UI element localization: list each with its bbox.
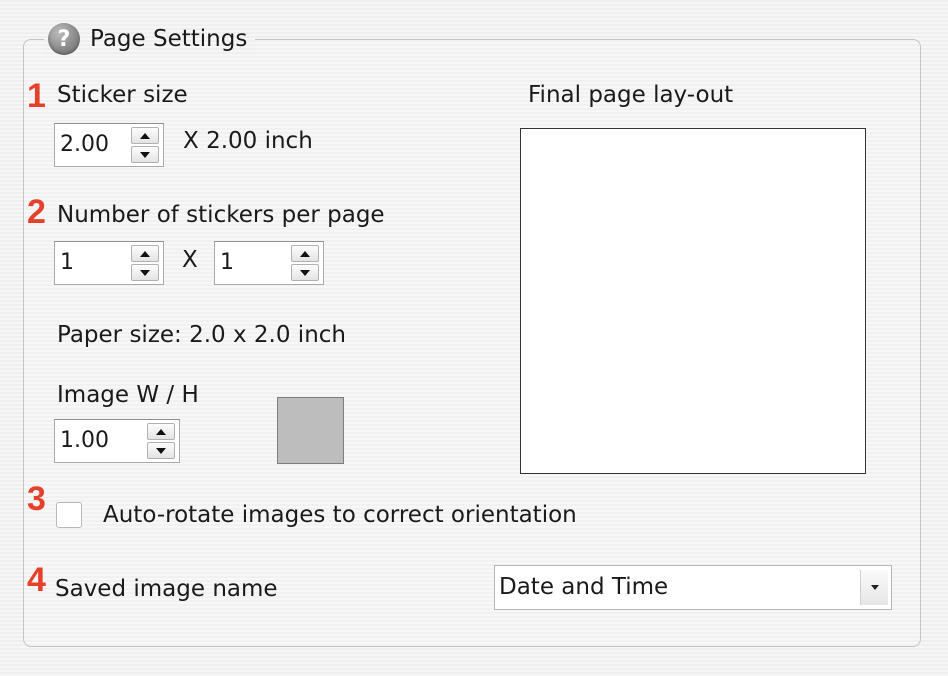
group-title: Page Settings <box>90 26 248 52</box>
dropdown-button[interactable] <box>860 570 888 605</box>
sticker-size-suffix: X 2.00 inch <box>183 128 313 154</box>
arrow-down-icon <box>156 447 166 454</box>
step-number-2: 2 <box>27 193 46 231</box>
increment-button[interactable] <box>147 423 175 440</box>
arrow-up-icon <box>140 132 150 139</box>
step-number-3: 3 <box>27 480 46 518</box>
arrow-up-icon <box>156 428 166 435</box>
increment-button[interactable] <box>131 245 159 262</box>
sticker-size-label: Sticker size <box>57 82 188 108</box>
stickers-rows-spinner[interactable]: 1 <box>214 241 324 285</box>
decrement-button[interactable] <box>131 146 159 163</box>
sticker-width-value[interactable]: 2.00 <box>60 124 109 166</box>
multiply-separator: X <box>182 247 198 273</box>
step-number-4: 4 <box>27 561 46 599</box>
image-wh-label: Image W / H <box>57 382 199 408</box>
image-ratio-spinner[interactable]: 1.00 <box>54 419 180 463</box>
decrement-button[interactable] <box>131 264 159 281</box>
decrement-button[interactable] <box>291 264 319 281</box>
image-ratio-value[interactable]: 1.00 <box>60 420 109 462</box>
arrow-down-icon <box>140 151 150 158</box>
stickers-per-page-label: Number of stickers per page <box>57 202 385 228</box>
group-header: ? Page Settings <box>44 22 256 56</box>
auto-rotate-label[interactable]: Auto-rotate images to correct orientatio… <box>103 504 577 527</box>
stickers-columns-value[interactable]: 1 <box>60 242 74 284</box>
chevron-down-icon <box>870 585 879 590</box>
question-mark-icon[interactable]: ? <box>48 23 80 55</box>
arrow-up-icon <box>140 250 150 257</box>
saved-image-name-label: Saved image name <box>55 576 278 602</box>
increment-button[interactable] <box>131 127 159 144</box>
decrement-button[interactable] <box>147 442 175 459</box>
final-layout-label: Final page lay-out <box>528 82 734 108</box>
arrow-down-icon <box>140 269 150 276</box>
sticker-width-spinner[interactable]: 2.00 <box>54 123 164 167</box>
stickers-columns-spinner[interactable]: 1 <box>54 241 164 285</box>
arrow-up-icon <box>300 250 310 257</box>
stickers-rows-value[interactable]: 1 <box>220 242 234 284</box>
saved-image-name-select[interactable]: Date and Time <box>494 565 892 610</box>
final-layout-preview <box>520 128 866 474</box>
saved-image-name-value[interactable]: Date and Time <box>499 566 668 609</box>
arrow-down-icon <box>300 269 310 276</box>
auto-rotate-checkbox[interactable] <box>56 502 82 528</box>
image-ratio-preview <box>277 397 344 464</box>
step-number-1: 1 <box>27 77 46 115</box>
increment-button[interactable] <box>291 245 319 262</box>
paper-size-text: Paper size: 2.0 x 2.0 inch <box>57 322 346 348</box>
